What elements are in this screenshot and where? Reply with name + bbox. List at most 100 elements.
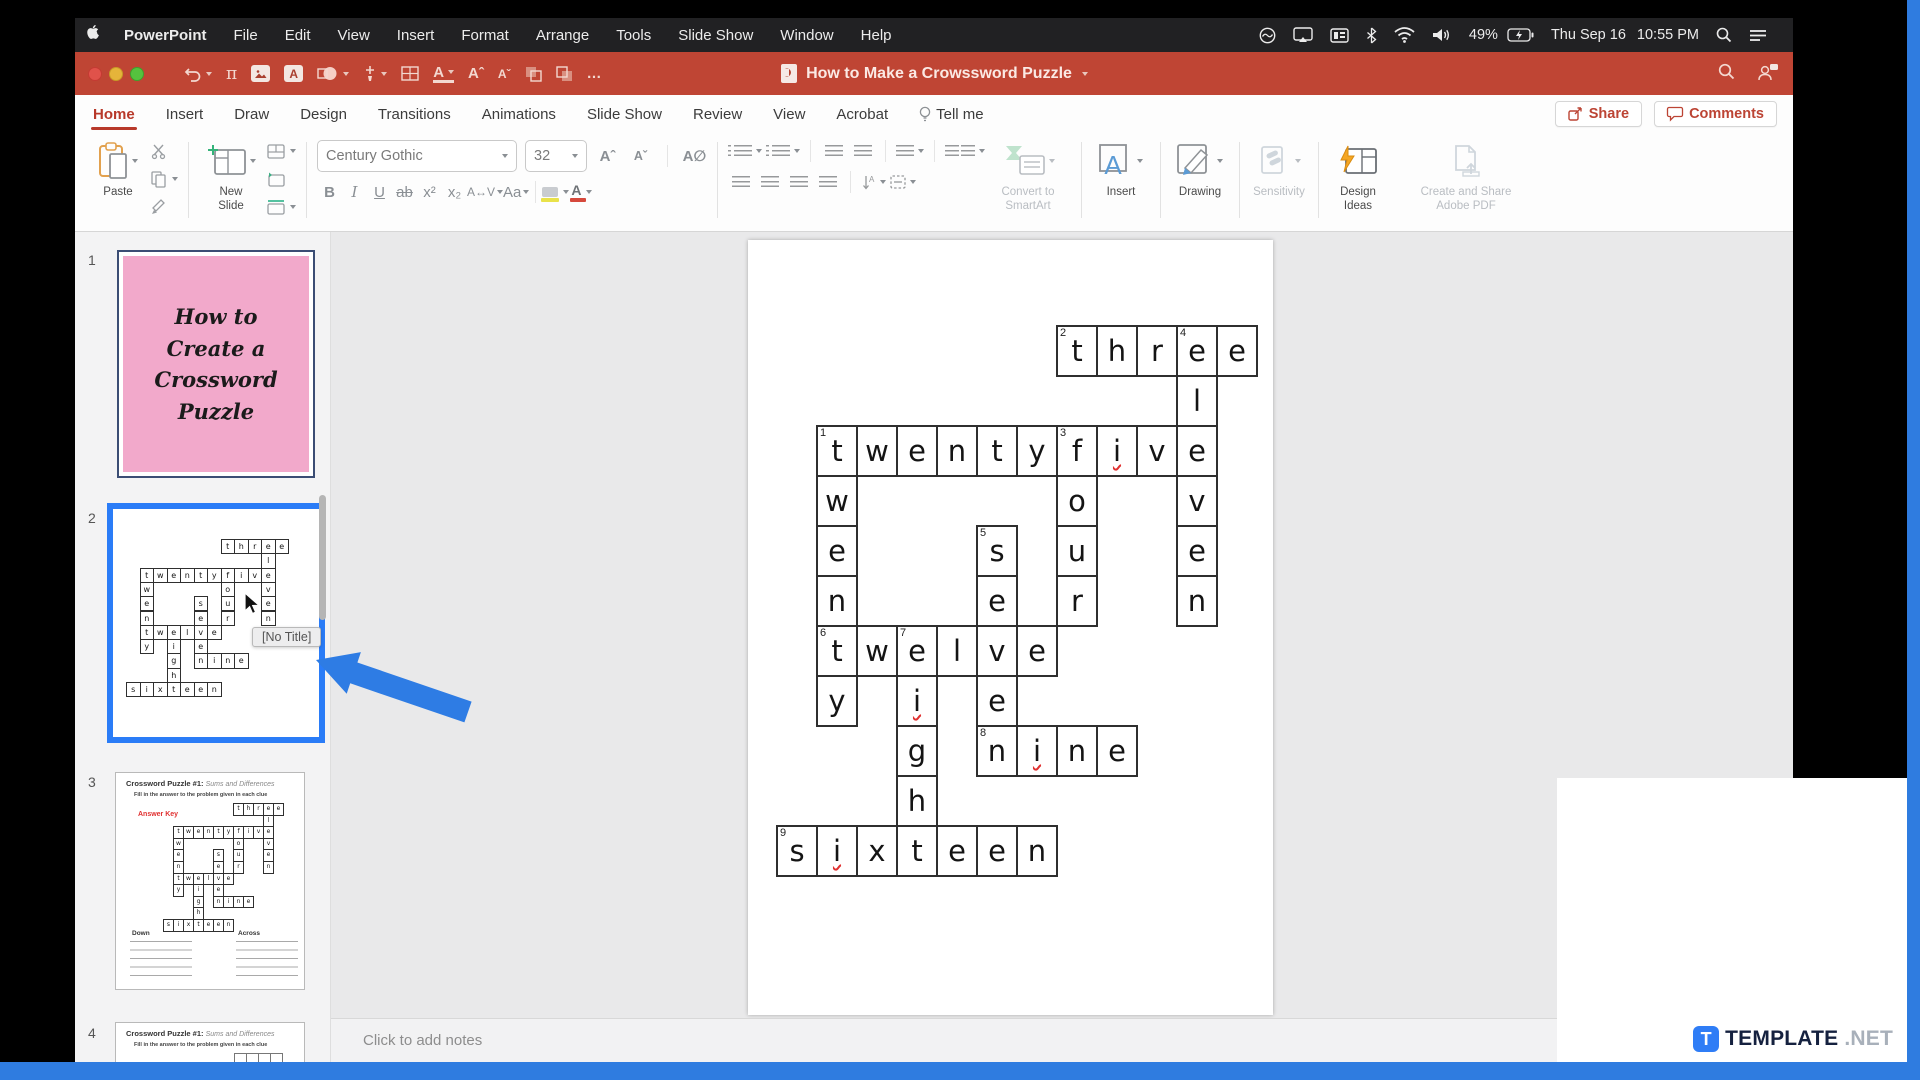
character-spacing-button[interactable]: A↔V (467, 185, 504, 199)
volume-icon[interactable] (1432, 27, 1452, 43)
tab-view[interactable]: View (771, 99, 807, 129)
crossword-cell-i[interactable]: i (896, 675, 938, 727)
section-button[interactable] (267, 196, 296, 218)
decrease-font-size-button[interactable]: Aˇ (628, 149, 653, 163)
crossword-cell-i[interactable]: i (816, 825, 858, 877)
crossword-cell-i[interactable]: i (1096, 425, 1138, 477)
crossword-cell-h[interactable]: h (1096, 325, 1138, 377)
input-source-icon[interactable] (1330, 27, 1349, 43)
drawing-button[interactable]: Drawing (1171, 140, 1229, 199)
text-box-icon[interactable]: A (284, 65, 304, 82)
crossword-cell-t[interactable]: t1 (816, 425, 858, 477)
crossword-cell-w[interactable]: w (856, 425, 898, 477)
comments-button[interactable]: Comments (1654, 100, 1777, 127)
insert-shape-icon[interactable] (317, 65, 350, 82)
columns-button[interactable] (945, 145, 985, 157)
reset-slide-button[interactable] (267, 168, 296, 190)
crossword-cell-s[interactable]: s5 (976, 525, 1018, 577)
crossword-cell-t[interactable]: t6 (816, 625, 858, 677)
superscript-button[interactable]: x² (417, 184, 442, 201)
subscript-button[interactable]: x₂ (442, 184, 467, 201)
toolbar-overflow-icon[interactable]: … (587, 65, 604, 82)
crossword-cell-v[interactable]: v (976, 625, 1018, 677)
undo-button[interactable] (184, 66, 212, 82)
copy-button[interactable] (151, 168, 178, 190)
crossword-cell-e[interactable]: e (976, 825, 1018, 877)
crossword-cell-r[interactable]: r (1136, 325, 1178, 377)
crossword-cell-e[interactable]: e (1096, 725, 1138, 777)
crossword-cell-r[interactable]: r (1056, 575, 1098, 627)
menubar-item-file[interactable]: File (234, 27, 258, 44)
crossword-cell-e[interactable]: e (976, 575, 1018, 627)
close-window-button[interactable] (88, 66, 102, 81)
decrease-font-quick-icon[interactable]: Aˇ (498, 67, 511, 81)
slide-thumbnail-3[interactable]: Crossword Puzzle #1: Sums and Difference… (115, 772, 305, 990)
new-slide-button[interactable]: New Slide (199, 140, 263, 214)
menubar-item-tools[interactable]: Tools (616, 27, 651, 44)
crossword-cell-w[interactable]: w (856, 625, 898, 677)
increase-font-quick-icon[interactable]: Aˆ (468, 65, 484, 82)
equation-icon[interactable]: π (226, 64, 237, 84)
insert-text-button[interactable]: A Insert (1092, 140, 1150, 199)
crossword-cell-e[interactable]: e (936, 825, 978, 877)
presenter-coaching-icon[interactable] (1757, 62, 1779, 86)
title-chevron-icon[interactable] (1081, 71, 1088, 76)
apple-menu-icon[interactable] (87, 24, 102, 46)
slide-thumbnail-1[interactable]: How to Create a Crossword Puzzle (117, 250, 315, 478)
font-size-select[interactable]: 32 (525, 140, 587, 172)
slide-thumbnail-2-selected[interactable]: threeltwentyfivewovesuenerntwelveyiegnin… (107, 503, 325, 743)
crossword-cell-l[interactable]: l (936, 625, 978, 677)
minimize-window-button[interactable] (109, 66, 123, 81)
send-backward-icon[interactable] (555, 65, 573, 82)
crossword-cell-x[interactable]: x (856, 825, 898, 877)
table-icon[interactable] (401, 66, 419, 81)
convert-smartart-button[interactable]: Convert to SmartArt (985, 140, 1071, 214)
crossword-cell-n[interactable]: n (1176, 575, 1218, 627)
menubar-item-format[interactable]: Format (461, 27, 509, 44)
tab-draw[interactable]: Draw (232, 99, 271, 129)
menubar-time[interactable]: 10:55 PM (1637, 27, 1699, 43)
multilevel-list-button[interactable] (896, 145, 924, 157)
italic-button[interactable]: I (342, 183, 367, 201)
crossword-cell-t[interactable]: t2 (1056, 325, 1098, 377)
clear-formatting-button[interactable]: A∅ (682, 147, 707, 165)
font-color-button[interactable]: A (569, 182, 594, 202)
bluetooth-icon[interactable] (1366, 27, 1377, 44)
crossword-cell-n[interactable]: n (816, 575, 858, 627)
notification-center-icon[interactable] (1749, 29, 1767, 42)
search-icon[interactable] (1718, 63, 1735, 85)
justify-button[interactable] (815, 176, 840, 188)
crossword-cell-e[interactable]: e (1176, 425, 1218, 477)
tab-tell-me[interactable]: Tell me (917, 99, 986, 129)
menubar-item-slide-show[interactable]: Slide Show (678, 27, 753, 44)
crossword-cell-e[interactable]: e7 (896, 625, 938, 677)
menubar-date[interactable]: Thu Sep 16 (1551, 27, 1626, 43)
bold-button[interactable]: B (317, 184, 342, 201)
menubar-item-window[interactable]: Window (780, 27, 833, 44)
text-direction-button[interactable]: A (861, 175, 886, 190)
zoom-window-button[interactable] (130, 66, 144, 81)
highlight-color-button[interactable] (541, 187, 570, 202)
document-title[interactable]: How to Make a Crowssword Puzzle (806, 65, 1072, 83)
crossword-cell-u[interactable]: u (1056, 525, 1098, 577)
crossword-cell-t[interactable]: t (976, 425, 1018, 477)
align-text-button[interactable] (890, 175, 916, 189)
crossword-cell-g[interactable]: g (896, 725, 938, 777)
share-button[interactable]: Share (1554, 100, 1643, 127)
format-painter-icon[interactable] (363, 65, 388, 82)
crossword-cell-s[interactable]: s9 (776, 825, 818, 877)
crossword-cell-l[interactable]: l (1176, 375, 1218, 427)
decrease-indent-button[interactable] (821, 145, 846, 157)
crossword-cell-w[interactable]: w (816, 475, 858, 527)
crossword-cell-n[interactable]: n (936, 425, 978, 477)
design-ideas-button[interactable]: Design Ideas (1329, 140, 1387, 214)
thumbnail-scrollbar[interactable] (319, 495, 326, 620)
menubar-item-powerpoint[interactable]: PowerPoint (124, 27, 207, 44)
crossword-cell-e[interactable]: e (1016, 625, 1058, 677)
tab-home[interactable]: Home (91, 99, 137, 130)
crossword-cell-y[interactable]: y (1016, 425, 1058, 477)
crossword-cell-e[interactable]: e (816, 525, 858, 577)
underline-button[interactable]: U (367, 184, 392, 201)
numbered-list-button[interactable] (766, 145, 800, 157)
tab-transitions[interactable]: Transitions (376, 99, 453, 129)
